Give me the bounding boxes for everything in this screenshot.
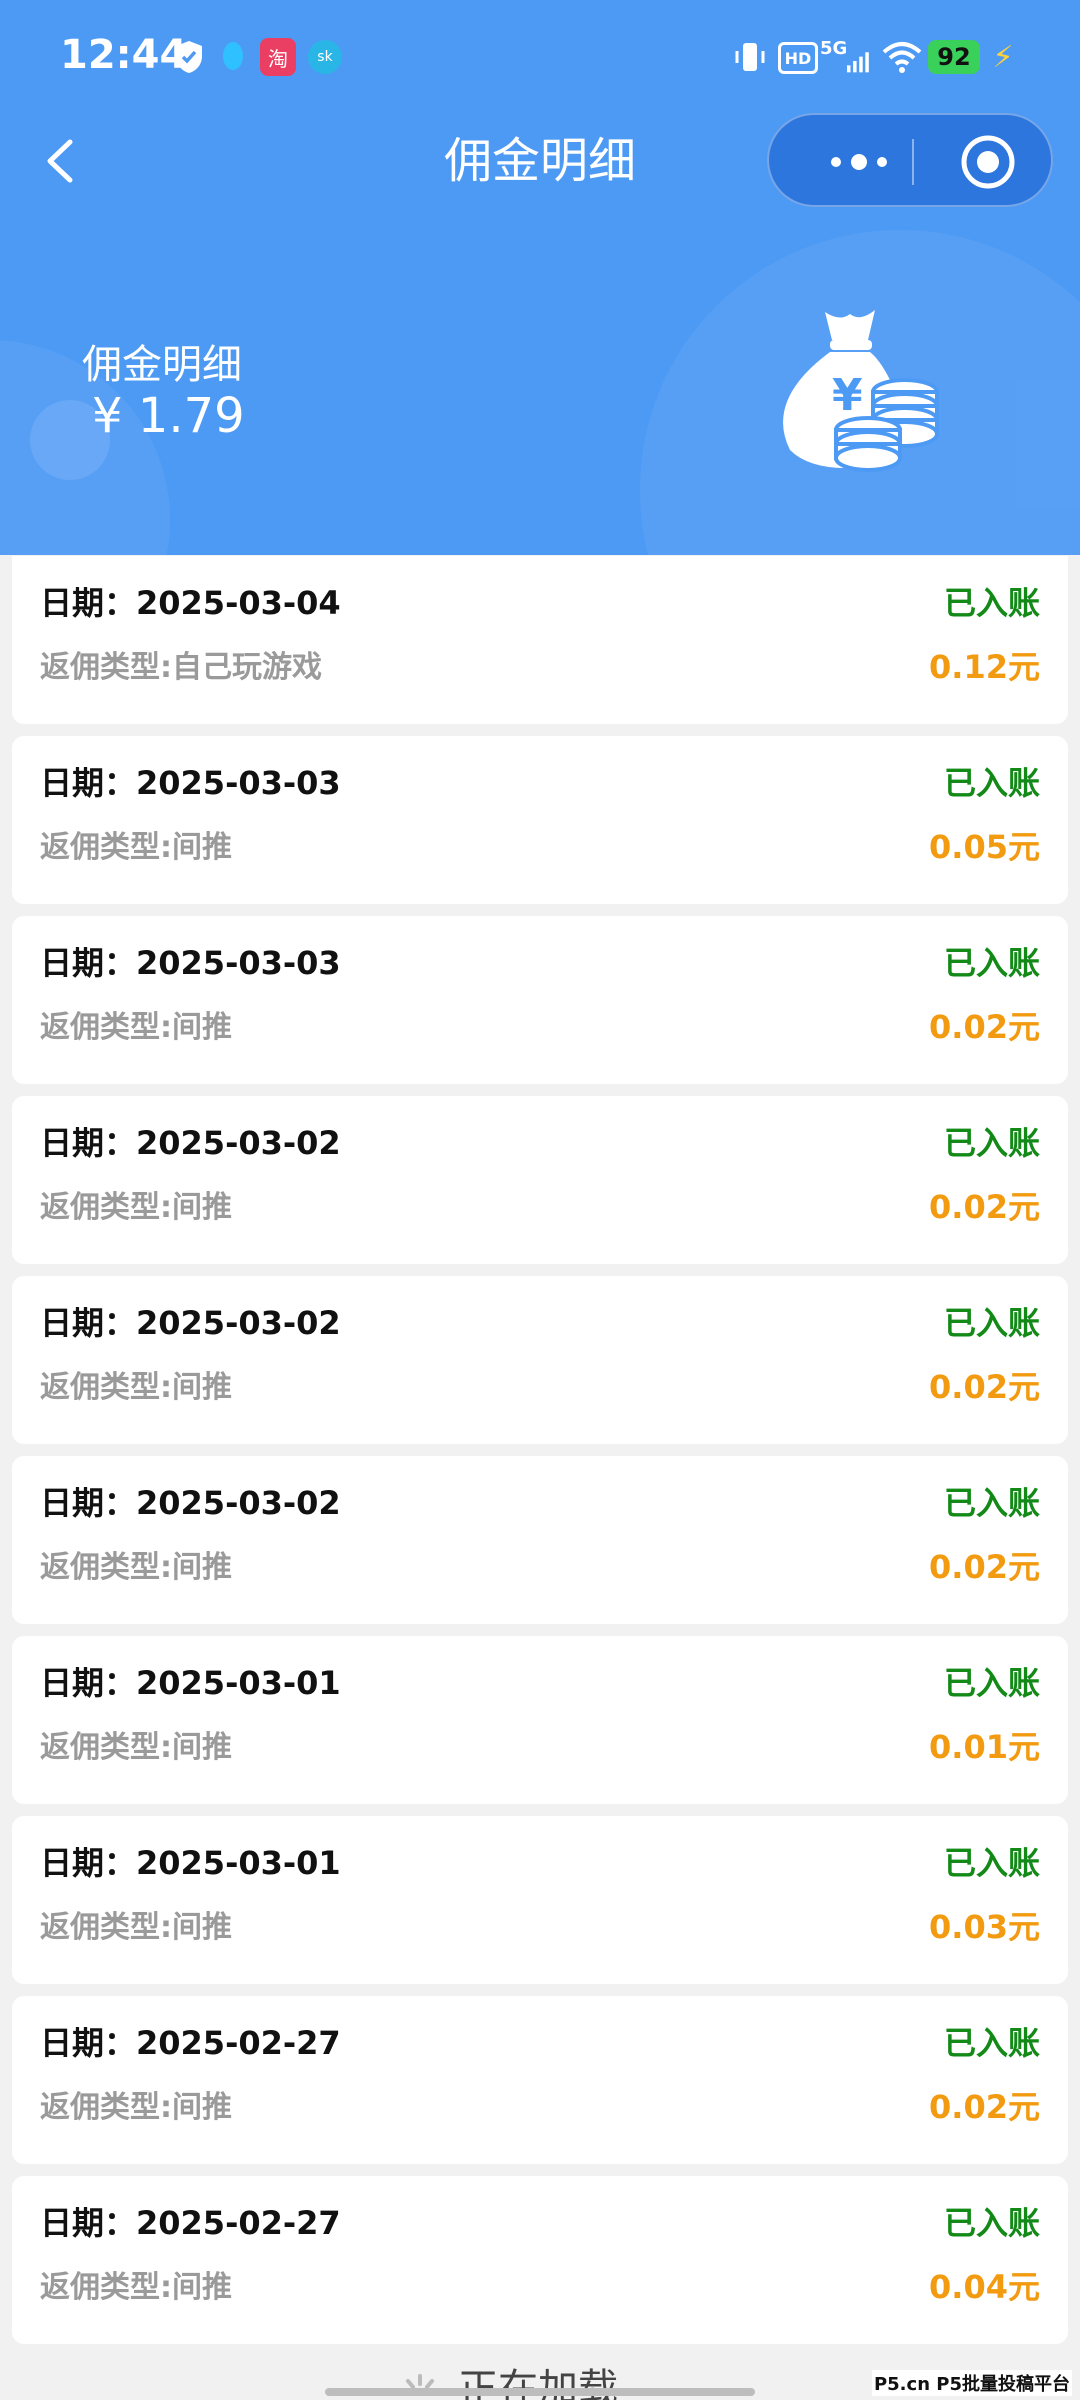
record-status: 已入账	[943, 1484, 1040, 1522]
record-date: 日期：2025-03-02	[40, 1484, 341, 1522]
record-amount: 0.02元	[929, 1548, 1040, 1586]
list-item[interactable]: 日期：2025-03-01 返佣类型:间推 已入账 0.01元	[12, 1636, 1068, 1804]
record-amount: 0.02元	[929, 2088, 1040, 2126]
record-amount: 0.05元	[929, 828, 1040, 866]
list-item[interactable]: 日期：2025-02-27 返佣类型:间推 已入账 0.02元	[12, 1996, 1068, 2164]
record-amount: 0.02元	[929, 1008, 1040, 1046]
record-amount: 0.01元	[929, 1728, 1040, 1766]
mini-program-capsule	[767, 113, 1053, 207]
record-type: 返佣类型:间推	[40, 1190, 232, 1225]
network-type: 5G	[820, 38, 848, 59]
record-date: 日期：2025-03-01	[40, 1844, 341, 1882]
capsule-divider	[912, 139, 914, 185]
record-amount: 0.04元	[929, 2268, 1040, 2306]
list-item[interactable]: 日期：2025-03-02 返佣类型:间推 已入账 0.02元	[12, 1276, 1068, 1444]
charging-icon: ⚡	[992, 39, 1014, 75]
header: 12:44 淘 sk HD 5G 92 ⚡ 佣金明细 佣金明细 ¥ 1.79 ¥	[0, 0, 1080, 555]
record-status: 已入账	[943, 764, 1040, 802]
record-status: 已入账	[943, 2204, 1040, 2242]
more-button[interactable]	[799, 135, 919, 189]
watermark: P5.cn P5批量投稿平台	[871, 2370, 1072, 2396]
record-date: 日期：2025-03-02	[40, 1124, 341, 1162]
record-date: 日期：2025-02-27	[40, 2204, 341, 2242]
record-status: 已入账	[943, 1664, 1040, 1702]
record-type: 返佣类型:间推	[40, 1910, 232, 1945]
record-status: 已入账	[943, 584, 1040, 622]
balance-value: ¥ 1.79	[92, 388, 245, 444]
list-item[interactable]: 日期：2025-02-27 返佣类型:间推 已入账 0.04元	[12, 2176, 1068, 2344]
home-indicator[interactable]	[325, 2388, 755, 2396]
record-date: 日期：2025-02-27	[40, 2024, 341, 2062]
record-type: 返佣类型:间推	[40, 2090, 232, 2125]
signal-icon: 5G	[820, 38, 870, 76]
chat-app-icon: sk	[308, 40, 342, 74]
record-type: 返佣类型:间推	[40, 830, 232, 865]
money-bag-icon: ¥	[770, 300, 940, 480]
record-date: 日期：2025-03-02	[40, 1304, 341, 1342]
record-amount: 0.12元	[929, 648, 1040, 686]
list-item[interactable]: 日期：2025-03-03 返佣类型:间推 已入账 0.05元	[12, 736, 1068, 904]
record-status: 已入账	[943, 1304, 1040, 1342]
qq-icon	[218, 38, 248, 76]
taobao-icon: 淘	[260, 38, 296, 76]
shield-icon	[172, 38, 206, 76]
commission-list: 日期：2025-03-04 返佣类型:自己玩游戏 已入账 0.12元 日期：20…	[12, 556, 1068, 2356]
more-dot	[851, 154, 867, 170]
status-time: 12:44	[60, 32, 188, 78]
record-type: 返佣类型:自己玩游戏	[40, 650, 322, 685]
record-date: 日期：2025-03-03	[40, 944, 341, 982]
list-item[interactable]: 日期：2025-03-04 返佣类型:自己玩游戏 已入账 0.12元	[12, 556, 1068, 724]
record-date: 日期：2025-03-03	[40, 764, 341, 802]
spinner-icon	[400, 2374, 440, 2400]
record-date: 日期：2025-03-01	[40, 1664, 341, 1702]
close-target-icon[interactable]	[959, 133, 1017, 191]
more-dot	[831, 157, 841, 167]
record-type: 返佣类型:间推	[40, 1730, 232, 1765]
list-item[interactable]: 日期：2025-03-03 返佣类型:间推 已入账 0.02元	[12, 916, 1068, 1084]
record-status: 已入账	[943, 1124, 1040, 1162]
record-amount: 0.02元	[929, 1368, 1040, 1406]
list-item[interactable]: 日期：2025-03-02 返佣类型:间推 已入账 0.02元	[12, 1456, 1068, 1624]
vibrate-icon	[730, 38, 770, 76]
record-type: 返佣类型:间推	[40, 1370, 232, 1405]
record-status: 已入账	[943, 944, 1040, 982]
record-type: 返佣类型:间推	[40, 1010, 232, 1045]
wifi-icon	[880, 38, 924, 76]
list-item[interactable]: 日期：2025-03-02 返佣类型:间推 已入账 0.02元	[12, 1096, 1068, 1264]
more-dot	[877, 157, 887, 167]
record-type: 返佣类型:间推	[40, 2270, 232, 2305]
hd-icon: HD	[778, 42, 818, 74]
record-amount: 0.03元	[929, 1908, 1040, 1946]
battery-icon: 92	[928, 40, 980, 74]
record-amount: 0.02元	[929, 1188, 1040, 1226]
record-type: 返佣类型:间推	[40, 1550, 232, 1585]
list-item[interactable]: 日期：2025-03-01 返佣类型:间推 已入账 0.03元	[12, 1816, 1068, 1984]
record-date: 日期：2025-03-04	[40, 584, 341, 622]
record-status: 已入账	[943, 1844, 1040, 1882]
svg-text:¥: ¥	[832, 370, 863, 421]
balance-label: 佣金明细	[82, 342, 242, 388]
status-bar: 12:44 淘 sk HD 5G 92 ⚡	[0, 0, 1080, 120]
record-status: 已入账	[943, 2024, 1040, 2062]
